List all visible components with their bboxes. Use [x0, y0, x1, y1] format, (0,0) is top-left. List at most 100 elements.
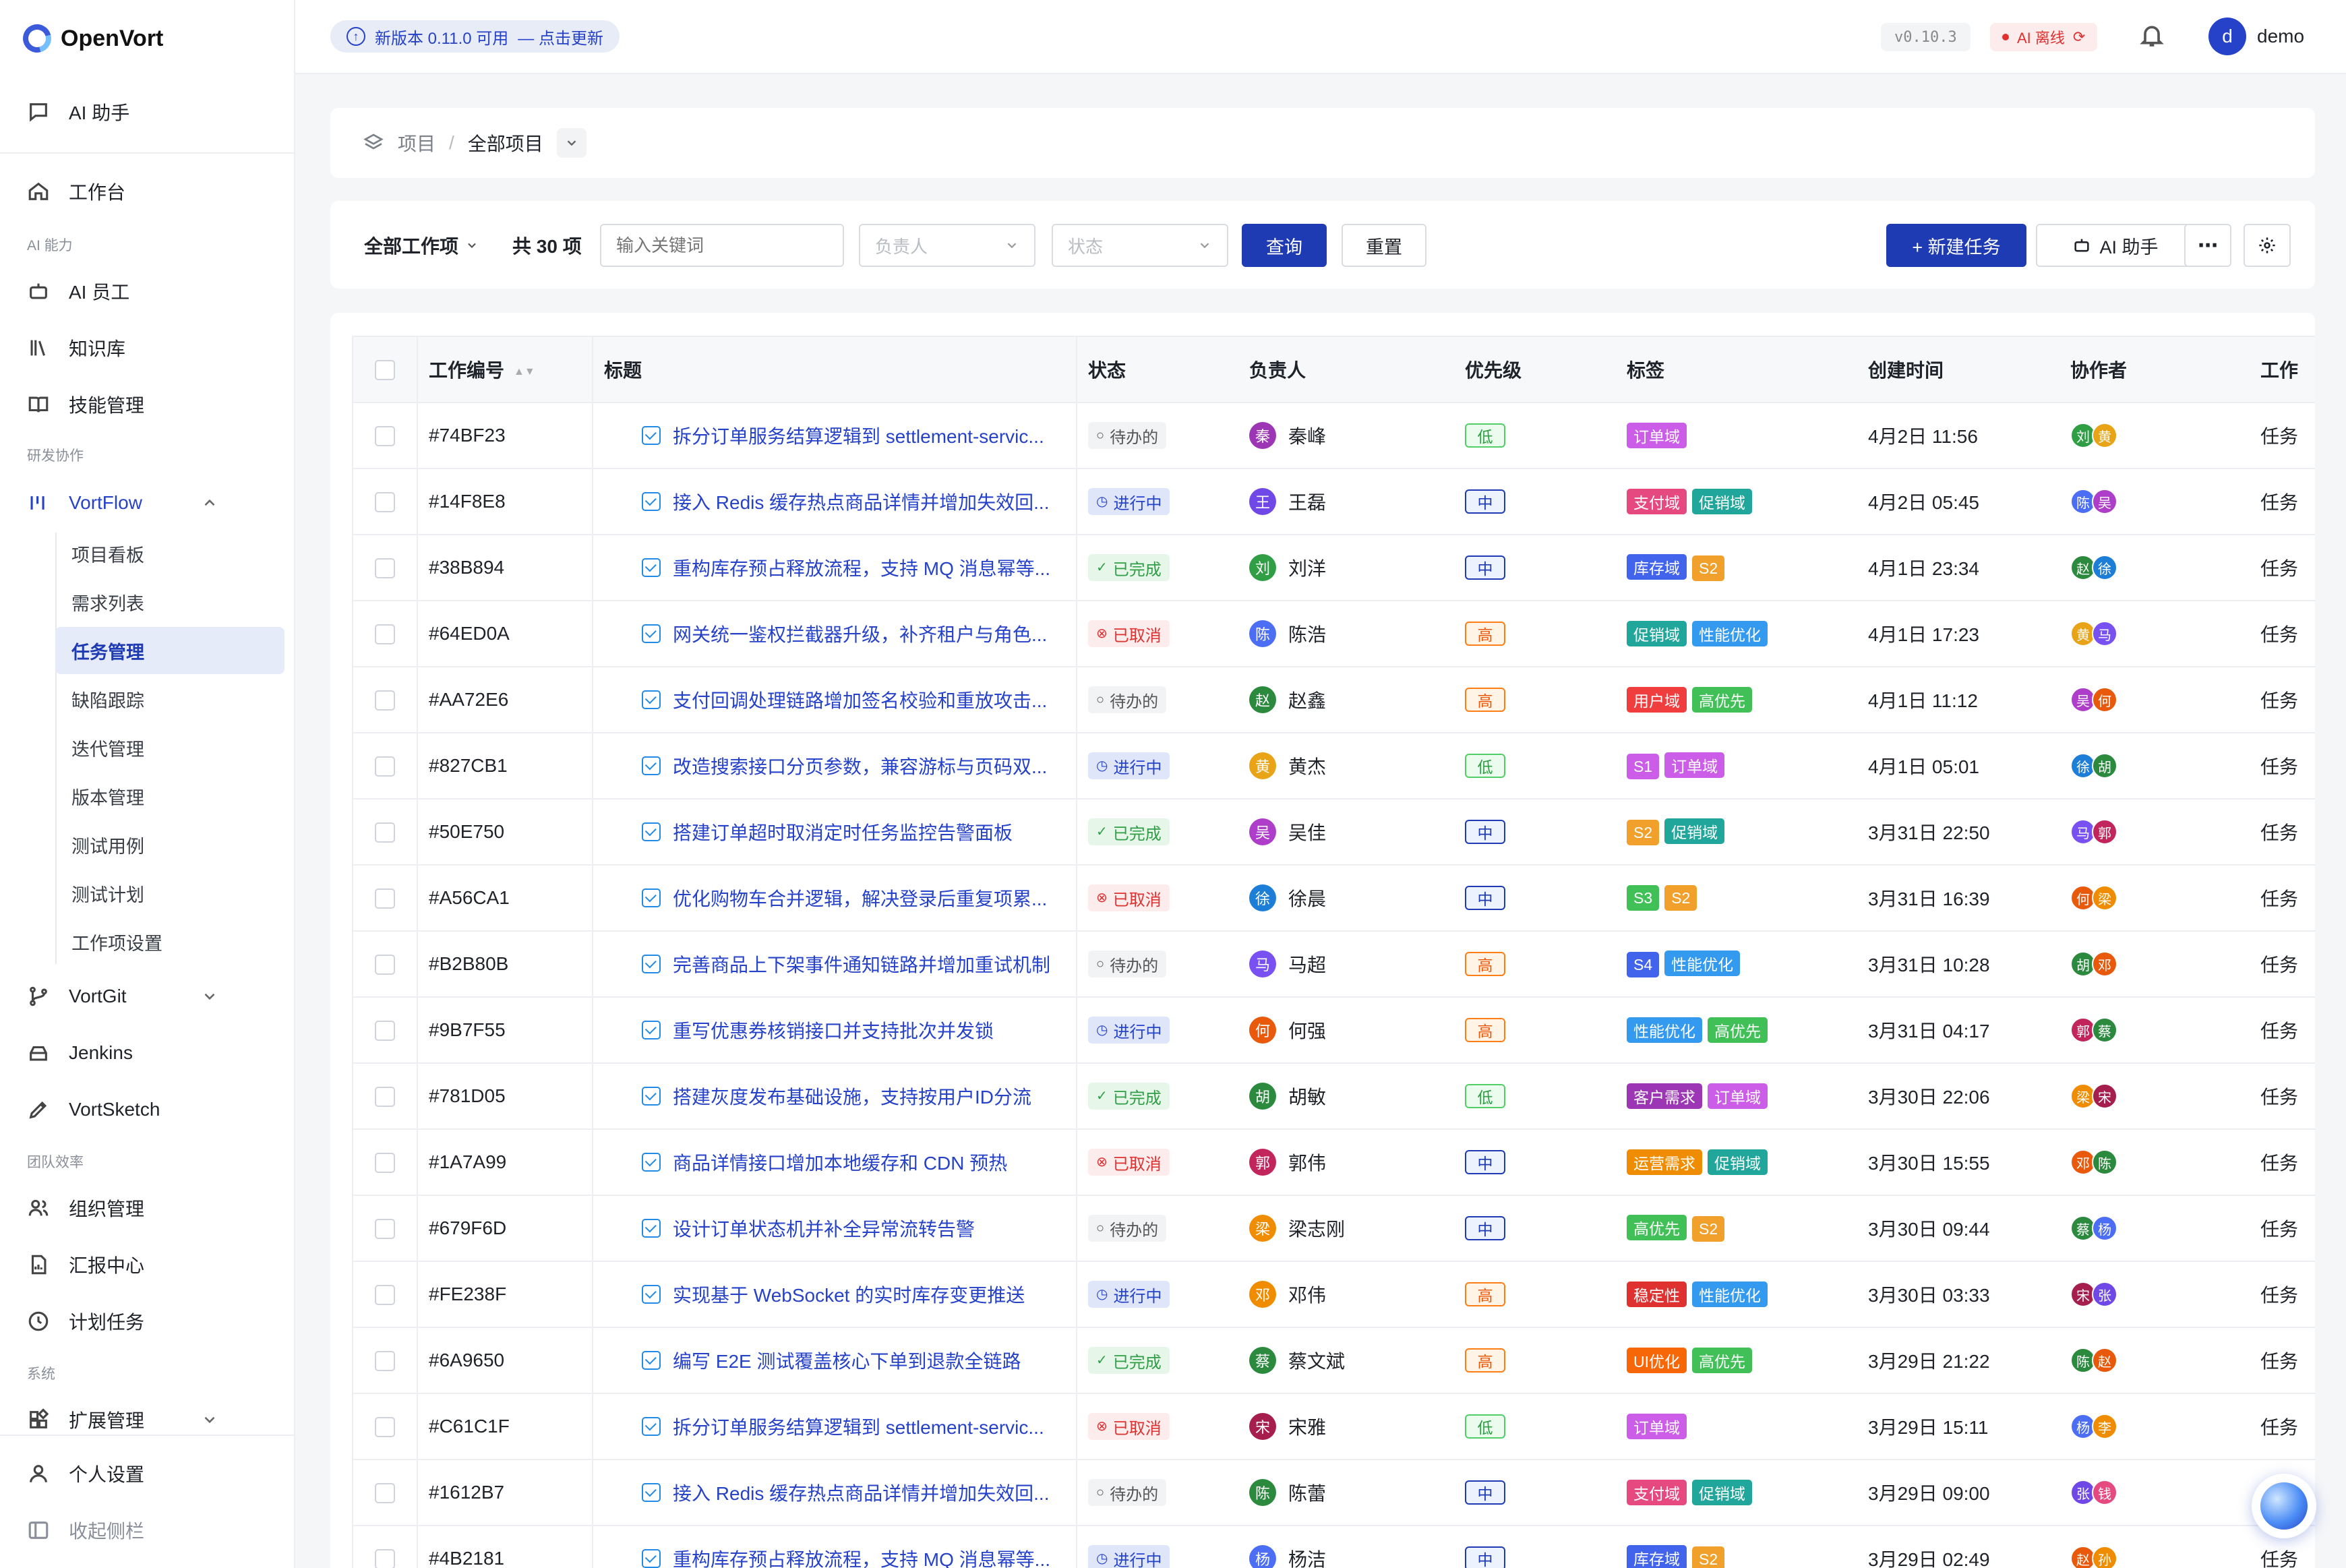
table-row[interactable]: #50E750 搭建订单超时取消定时任务监控告警面板 ✓ 已完成吴吴佳中 S2 促销域 3月… [352, 799, 2315, 866]
tags-cell[interactable]: 稳定性 性能优化 [1616, 1261, 1857, 1328]
status-cell[interactable]: ○ 待办的 [1077, 931, 1238, 998]
status-cell[interactable]: ◷ 进行中 [1077, 733, 1238, 800]
tag-badge[interactable]: 性能优化 [1627, 1017, 1702, 1043]
sidebar-item-collapse[interactable]: 收起侧栏 [27, 1511, 144, 1549]
owner-cell[interactable]: 黄黄杰 [1238, 733, 1454, 800]
tag-badge[interactable]: 稳定性 [1627, 1281, 1687, 1307]
row-checkbox[interactable] [375, 624, 395, 645]
tag-badge[interactable]: 订单域 [1627, 423, 1687, 448]
row-checkbox-cell[interactable] [352, 601, 418, 667]
tag-badge[interactable]: 支付域 [1627, 489, 1687, 514]
row-checkbox-cell[interactable] [352, 1063, 418, 1130]
priority-badge[interactable]: 中 [1465, 1480, 1505, 1505]
tag-badge[interactable]: UI优化 [1627, 1348, 1687, 1373]
tag-badge[interactable]: 性能优化 [1692, 621, 1768, 646]
sidebar-item-workbench[interactable]: 工作台 [27, 173, 125, 210]
row-checkbox-cell[interactable] [352, 469, 418, 535]
status-cell[interactable]: ◷ 进行中 [1077, 997, 1238, 1064]
row-checkbox-cell[interactable] [352, 667, 418, 733]
status-cell[interactable]: ◷ 进行中 [1077, 1261, 1238, 1328]
table-row[interactable]: #1612B7 接入 Redis 缓存热点商品详情并增加失效回... ○ 待办的 陈陈蕾… [352, 1459, 2315, 1526]
task-title-link[interactable]: 商品详情接口增加本地缓存和 CDN 预热 [604, 1149, 1007, 1176]
collaborators-cell[interactable]: 邓陈 [2059, 1129, 2250, 1196]
status-badge[interactable]: ○ 待办的 [1088, 422, 1167, 449]
sidebar-item-vortflow[interactable]: VortFlow [27, 484, 142, 522]
owner-cell[interactable]: 马马超 [1238, 931, 1454, 998]
status-cell[interactable]: ◷ 进行中 [1077, 469, 1238, 535]
tags-cell[interactable]: S4 性能优化 [1616, 931, 1857, 998]
project-dropdown-button[interactable] [556, 128, 586, 158]
row-checkbox-cell[interactable] [352, 1459, 418, 1526]
status-badge[interactable]: ○ 待办的 [1088, 1479, 1167, 1506]
update-banner[interactable]: ↑ 新版本 0.11.0 可用 — 点击更新 [330, 20, 620, 53]
collaborators-cell[interactable]: 徐胡 [2059, 733, 2250, 800]
task-title-link[interactable]: 接入 Redis 缓存热点商品详情并增加失效回... [604, 488, 1049, 515]
table-row[interactable]: #B2B80B 完善商品上下架事件通知链路并增加重试机制 ○ 待办的马马超高 S4 性能优… [352, 931, 2315, 998]
collaborators-cell[interactable]: 吴何 [2059, 667, 2250, 733]
status-badge[interactable]: ◷ 进行中 [1088, 488, 1170, 515]
sort-icon[interactable]: ▲▼ [514, 366, 535, 378]
table-row[interactable]: #4B2181 重构库存预占释放流程，支持 MQ 消息幂等... ◷ 进行中杨杨洁中库… [352, 1526, 2315, 1568]
sidebar-item-skills[interactable]: 技能管理 [27, 386, 144, 423]
priority-badge[interactable]: 低 [1465, 423, 1505, 448]
tag-badge[interactable]: S2 [1664, 885, 1697, 911]
collaborators-cell[interactable]: 刘黄 [2059, 402, 2250, 469]
tag-badge[interactable]: S2 [1692, 1216, 1725, 1242]
row-checkbox[interactable] [375, 690, 395, 711]
table-row[interactable]: #14F8E8 接入 Redis 缓存热点商品详情并增加失效回... ◷ 进行中 王王磊… [352, 469, 2315, 535]
priority-cell[interactable]: 低 [1454, 1393, 1616, 1460]
priority-cell[interactable]: 中 [1454, 1195, 1616, 1262]
priority-cell[interactable]: 中 [1454, 1459, 1616, 1526]
sidebar-item-ai-assistant[interactable]: AI 助手 [27, 93, 129, 131]
task-title-cell[interactable]: 设计订单状态机并补全异常流转告警 [593, 1195, 1077, 1262]
table-row[interactable]: #9B7F55 重写优惠券核销接口并支持批次并发锁 ◷ 进行中何何强高性能优化 高优先 3… [352, 997, 2315, 1064]
task-title-cell[interactable]: 支付回调处理链路增加签名校验和重放攻击... [593, 667, 1077, 733]
task-title-link[interactable]: 支付回调处理链路增加签名校验和重放攻击... [604, 686, 1047, 713]
priority-badge[interactable]: 低 [1465, 1084, 1505, 1108]
table-row[interactable]: #C61C1F 拆分订单服务结算逻辑到 settlement-servic... ⊗… [352, 1393, 2315, 1460]
row-checkbox[interactable] [375, 888, 395, 909]
tag-badge[interactable]: 订单域 [1664, 752, 1725, 778]
more-options-icon[interactable]: ⋯ [2184, 224, 2231, 267]
tags-cell[interactable]: S1 订单域 [1616, 733, 1857, 800]
collaborators-cell[interactable]: 张钱 [2059, 1459, 2250, 1526]
status-badge[interactable]: ⊗ 已取消 [1088, 1413, 1170, 1440]
status-cell[interactable]: ⊗ 已取消 [1077, 1129, 1238, 1196]
collaborator-avatar[interactable]: 马 [2092, 621, 2117, 646]
tags-cell[interactable]: 订单域 [1616, 1393, 1857, 1460]
owner-cell[interactable]: 胡胡敏 [1238, 1063, 1454, 1130]
collaborator-avatar[interactable]: 徐 [2092, 555, 2117, 580]
tags-cell[interactable]: 运营需求 促销域 [1616, 1129, 1857, 1196]
table-row[interactable]: #781D05 搭建灰度发布基础设施，支持按用户ID分流 ✓ 已完成胡胡敏低客户需求订… [352, 1063, 2315, 1130]
tag-badge[interactable]: 用户域 [1627, 687, 1687, 713]
status-cell[interactable]: ✓ 已完成 [1077, 799, 1238, 866]
tag-badge[interactable]: S1 [1627, 754, 1660, 780]
task-title-link[interactable]: 搭建订单超时取消定时任务监控告警面板 [604, 818, 1013, 845]
row-checkbox-cell[interactable] [352, 402, 418, 469]
owner-cell[interactable]: 梁梁志刚 [1238, 1195, 1454, 1262]
table-row[interactable]: #679F6D 设计订单状态机并补全异常流转告警 ○ 待办的梁梁志刚中高优先 S2 3月3… [352, 1195, 2315, 1262]
sidebar-item-vortgit[interactable]: VortGit [27, 977, 127, 1015]
row-checkbox[interactable] [375, 1351, 395, 1372]
status-cell[interactable]: ✓ 已完成 [1077, 535, 1238, 601]
task-title-link[interactable]: 拆分订单服务结算逻辑到 settlement-servic... [604, 1413, 1044, 1440]
owner-cell[interactable]: 陈陈蕾 [1238, 1459, 1454, 1526]
tag-badge[interactable]: 促销域 [1692, 1480, 1752, 1505]
task-title-link[interactable]: 网关统一鉴权拦截器升级，补齐租户与角色... [604, 620, 1047, 647]
collaborator-avatar[interactable]: 宋 [2092, 1083, 2117, 1109]
priority-cell[interactable]: 高 [1454, 931, 1616, 998]
table-row[interactable]: #1A7A99 商品详情接口增加本地缓存和 CDN 预热 ⊗ 已取消郭郭伟中运营需求促… [352, 1129, 2315, 1196]
collaborators-cell[interactable]: 陈赵 [2059, 1327, 2250, 1394]
owner-cell[interactable]: 陈陈浩 [1238, 601, 1454, 667]
task-title-cell[interactable]: 实现基于 WebSocket 的实时库存变更推送 [593, 1261, 1077, 1328]
tag-badge[interactable]: 性能优化 [1692, 1281, 1768, 1307]
table-row[interactable]: #827CB1 改造搜索接口分页参数，兼容游标与页码双... ◷ 进行中黄黄杰低 S1 订… [352, 733, 2315, 800]
row-checkbox-cell[interactable] [352, 1261, 418, 1328]
tag-badge[interactable]: 客户需求 [1627, 1083, 1702, 1109]
task-title-cell[interactable]: 网关统一鉴权拦截器升级，补齐租户与角色... [593, 601, 1077, 667]
status-cell[interactable]: ✓ 已完成 [1077, 1063, 1238, 1130]
tag-badge[interactable]: 库存域 [1627, 553, 1687, 580]
task-title-cell[interactable]: 重构库存预占释放流程，支持 MQ 消息幂等... [593, 1526, 1077, 1568]
collaborators-cell[interactable]: 黄马 [2059, 601, 2250, 667]
status-badge[interactable]: ◷ 进行中 [1088, 1017, 1170, 1044]
